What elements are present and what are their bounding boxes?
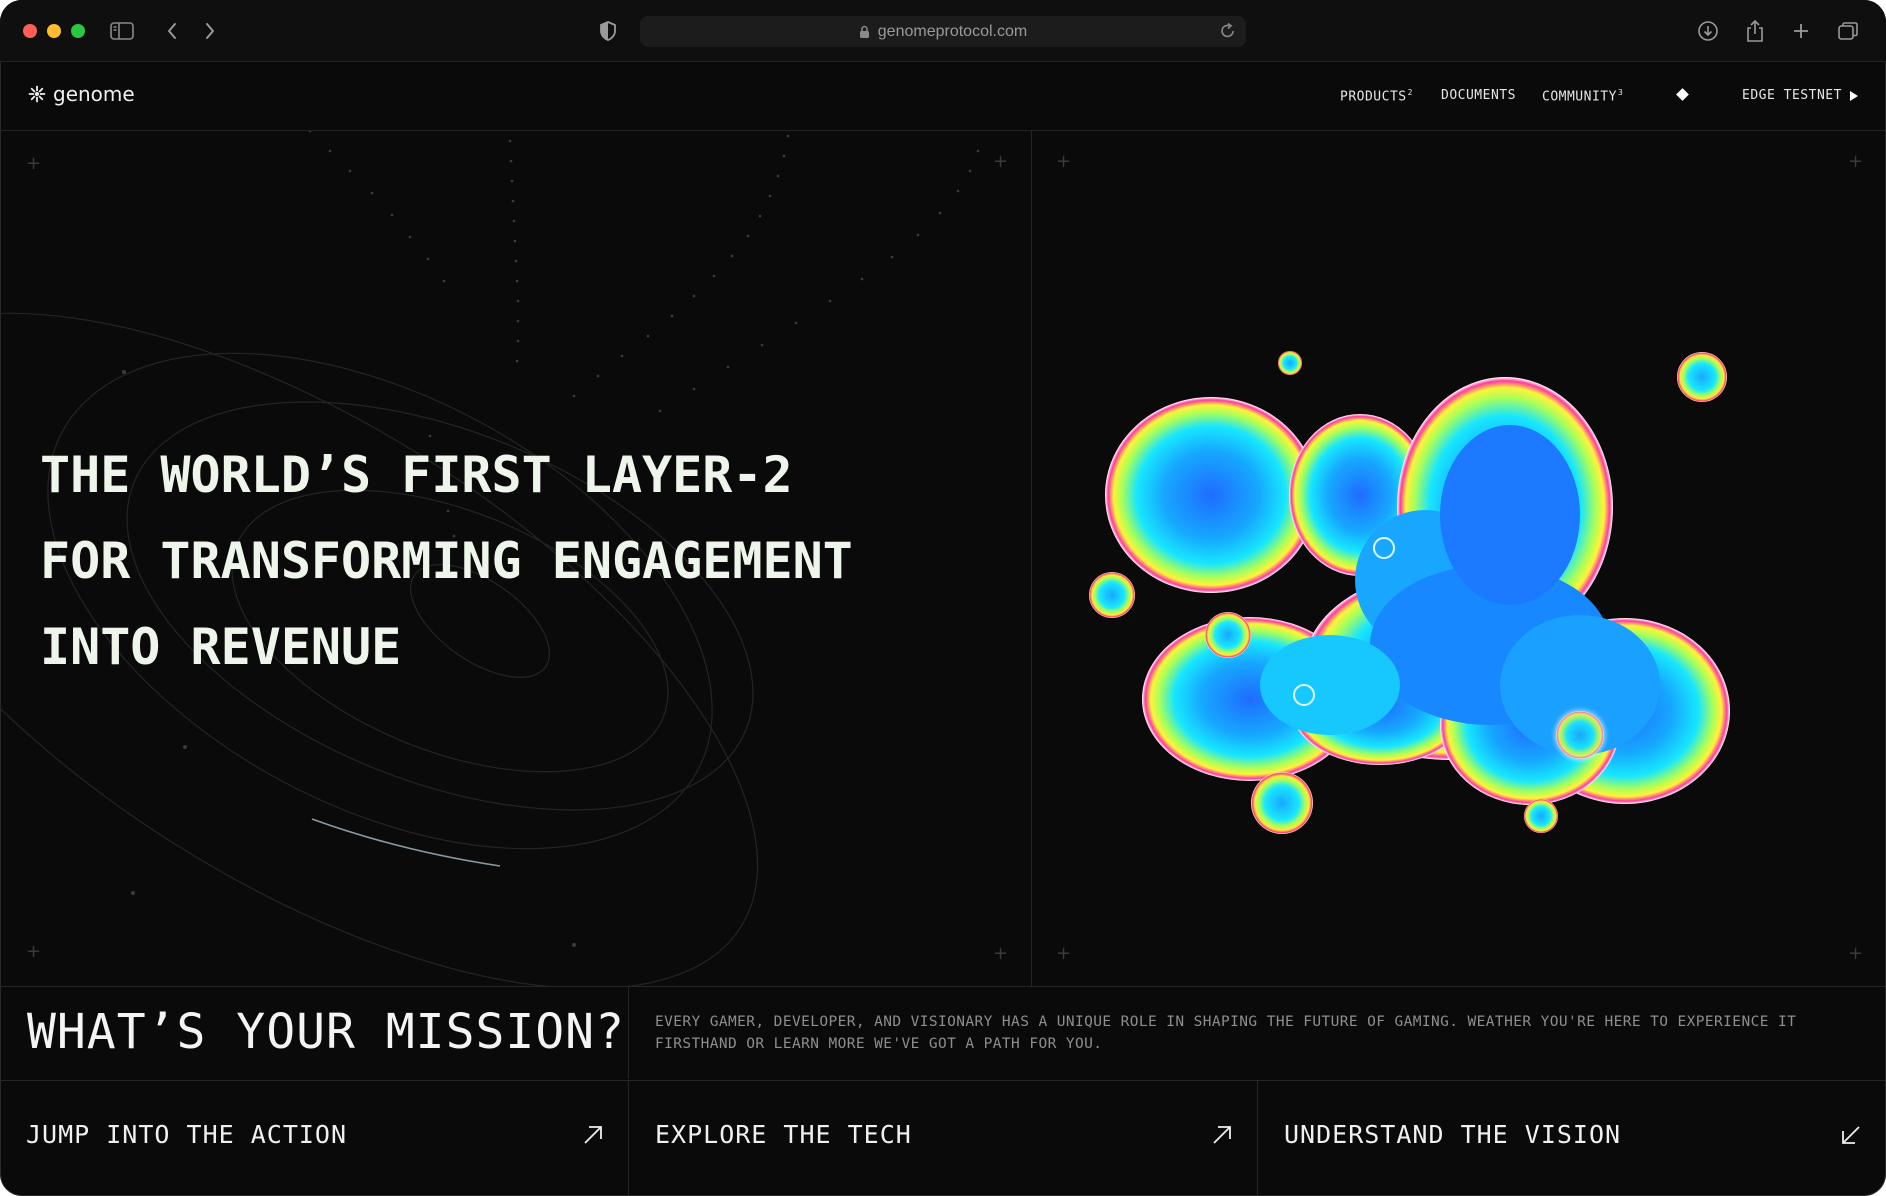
plus-marker-icon: + (993, 943, 1009, 964)
hero-heading-line: THE WORLD’S FIRST LAYER-2 (40, 446, 793, 504)
url-text: genomeprotocol.com (877, 22, 1028, 40)
nav-community[interactable]: COMMUNITY3 (1542, 88, 1623, 104)
privacy-shield-icon[interactable] (594, 18, 622, 44)
nav-products-count: 2 (1407, 88, 1413, 97)
cta-jump-into-action[interactable]: JUMP INTO THE ACTION (0, 1080, 629, 1196)
hero-heading: THE WORLD’S FIRST LAYER-2 FOR TRANSFORMI… (40, 432, 853, 690)
arrow-down-left-icon (1842, 1126, 1860, 1144)
site-header: genome PRODUCTS2 DOCUMENTS COMMUNITY3 ED… (0, 62, 1886, 131)
play-icon (1849, 90, 1858, 101)
nav-documents-label: DOCUMENTS (1441, 88, 1516, 103)
reload-icon[interactable] (1220, 22, 1236, 45)
zoom-window-button[interactable] (71, 24, 85, 38)
close-window-button[interactable] (23, 24, 37, 38)
sidebar-toggle-icon[interactable] (108, 18, 136, 44)
share-icon[interactable] (1741, 18, 1769, 44)
iridescent-blob-illustration (1089, 351, 1730, 834)
arrow-up-right-icon (584, 1126, 602, 1144)
sparkle-logo-icon (28, 85, 46, 103)
plus-marker-icon: + (1056, 151, 1072, 172)
mission-divider (628, 986, 629, 1079)
plus-marker-icon: + (993, 151, 1009, 172)
hero-heading-line: FOR TRANSFORMING ENGAGEMENT (40, 532, 853, 590)
plus-marker-icon: + (1848, 151, 1864, 172)
minimize-window-button[interactable] (47, 24, 61, 38)
edge-testnet-link[interactable]: EDGE TESTNET (1742, 88, 1858, 103)
lock-icon (859, 25, 870, 39)
logo-text: genome (53, 82, 135, 106)
nav-community-count: 3 (1617, 88, 1624, 97)
arrow-up-right-icon (1213, 1126, 1231, 1144)
mission-title: WHAT’S YOUR MISSION? (27, 1004, 625, 1060)
cta-label: UNDERSTAND THE VISION (1284, 1120, 1622, 1149)
plus-marker-icon: + (26, 153, 42, 174)
cta-explore-tech[interactable]: EXPLORE THE TECH (629, 1080, 1258, 1196)
cta-label: EXPLORE THE TECH (655, 1120, 912, 1149)
plus-marker-icon: + (1056, 943, 1072, 964)
tab-overview-icon[interactable] (1834, 18, 1862, 44)
hero-heading-line: INTO REVENUE (40, 618, 402, 676)
nav-products[interactable]: PRODUCTS2 (1340, 88, 1413, 104)
back-icon[interactable] (158, 18, 186, 44)
cta-label: JUMP INTO THE ACTION (26, 1120, 348, 1149)
downloads-icon[interactable] (1694, 18, 1722, 44)
browser-toolbar: genomeprotocol.com (0, 0, 1886, 62)
mission-description: EVERY GAMER, DEVELOPER, AND VISIONARY HA… (655, 1014, 1797, 1052)
new-tab-icon[interactable] (1787, 18, 1815, 44)
address-bar[interactable]: genomeprotocol.com (640, 16, 1246, 47)
plus-marker-icon: + (26, 941, 42, 962)
nav-community-label: COMMUNITY (1542, 89, 1617, 105)
edge-testnet-label: EDGE TESTNET (1742, 88, 1842, 103)
nav-products-label: PRODUCTS (1340, 89, 1407, 105)
browser-window: genomeprotocol.com genome PRODUCTS2 DOCU… (0, 0, 1886, 1196)
diamond-icon (1676, 88, 1689, 101)
cta-understand-vision[interactable]: UNDERSTAND THE VISION (1258, 1080, 1886, 1196)
forward-icon[interactable] (196, 18, 224, 44)
nav-documents[interactable]: DOCUMENTS (1441, 88, 1516, 103)
hero-divider (1031, 131, 1032, 986)
plus-marker-icon: + (1848, 943, 1864, 964)
site-logo[interactable]: genome (28, 82, 135, 106)
